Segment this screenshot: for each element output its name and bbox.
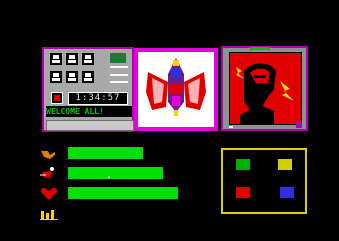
- crew-icon-1[interactable]: [50, 53, 62, 65]
- control-console: 1:34:57 WELCOME ALL!: [42, 47, 134, 132]
- character-portrait: [236, 63, 294, 124]
- crew-icon-6[interactable]: [82, 71, 94, 83]
- spaceship-icon: [146, 58, 206, 116]
- crew-icon-4[interactable]: [50, 71, 62, 83]
- speed-marker: [108, 176, 110, 178]
- divider: [110, 66, 128, 68]
- money-icon: [40, 206, 60, 220]
- blue-item-icon[interactable]: [280, 187, 294, 198]
- character-portrait-screen: [229, 52, 302, 125]
- scroll-bar[interactable]: [46, 120, 134, 131]
- green-item-icon[interactable]: [236, 159, 250, 170]
- health-bar: [68, 187, 178, 199]
- yellow-item-icon[interactable]: [278, 159, 292, 170]
- divider: [110, 74, 128, 76]
- timer-display: 1:34:57: [68, 92, 128, 105]
- system-slot-1[interactable]: [110, 53, 126, 63]
- ship-view: [138, 52, 214, 127]
- crew-icon-3[interactable]: [82, 53, 94, 65]
- speed-icon: [40, 165, 58, 179]
- crew-icon-5[interactable]: [66, 71, 78, 83]
- inventory-panel: [221, 148, 307, 214]
- crew-icon-2[interactable]: [66, 53, 78, 65]
- monitor-led: [229, 126, 233, 128]
- speed-bar: [68, 167, 163, 179]
- stamina-icon: [40, 146, 56, 159]
- message-ticker: WELCOME ALL!: [46, 106, 132, 117]
- monitor-indicator: [250, 47, 270, 50]
- divider: [110, 81, 128, 83]
- red-item-icon[interactable]: [236, 187, 250, 198]
- monitor-knob: [296, 122, 302, 128]
- stamina-bar: [68, 147, 143, 159]
- record-button[interactable]: [51, 92, 63, 104]
- heart-icon: [40, 186, 58, 200]
